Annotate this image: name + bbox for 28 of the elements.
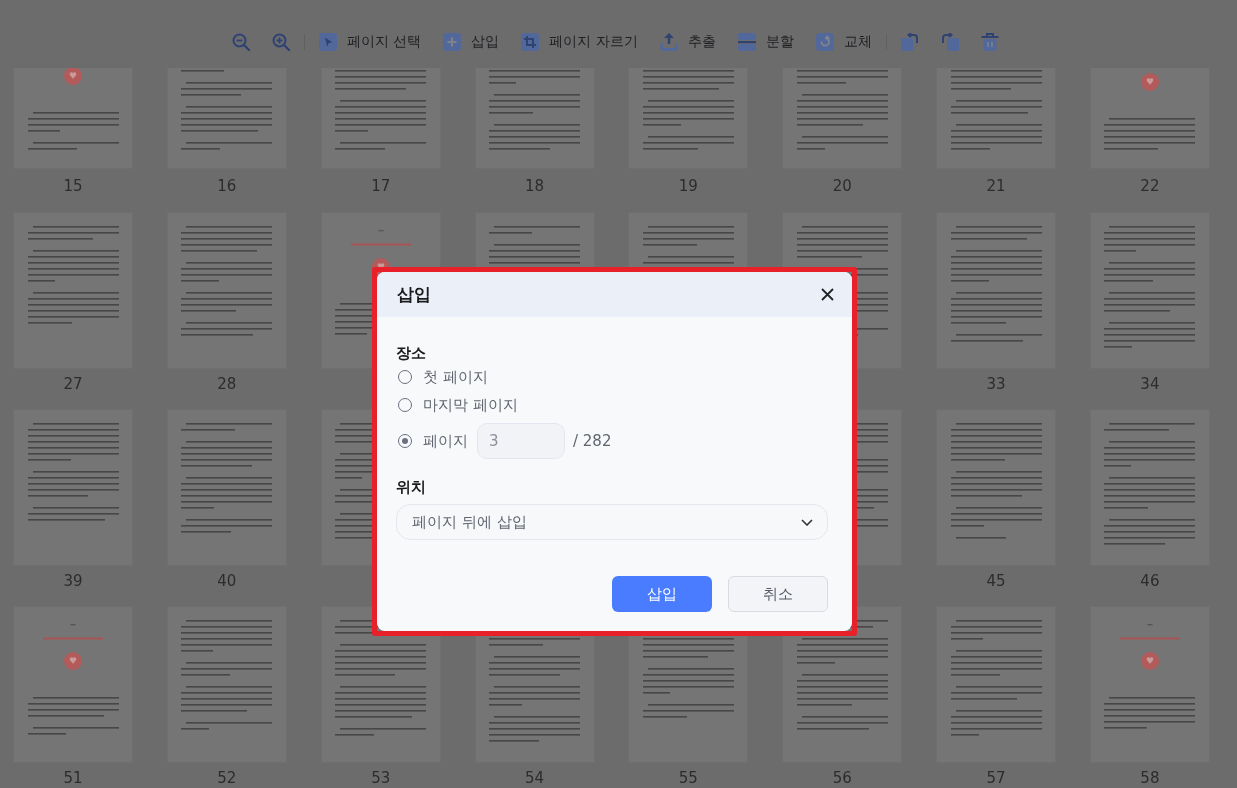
page-number: 40 — [217, 571, 237, 591]
page-number: 27 — [63, 374, 83, 394]
section-label: 위치 — [396, 477, 426, 497]
page-number: 16 — [217, 176, 237, 196]
page-number: 33 — [986, 374, 1006, 394]
page-number: 39 — [63, 571, 83, 591]
page-number: 28 — [217, 374, 237, 394]
page-number: 51 — [63, 768, 83, 788]
page-number: 53 — [371, 768, 391, 788]
page-number: 15 — [63, 176, 83, 196]
page-number: 17 — [371, 176, 391, 196]
dialog-title: 삽입 — [397, 283, 431, 306]
page-number: 45 — [986, 571, 1006, 591]
page-number: 20 — [832, 176, 852, 196]
page-number: 58 — [1140, 768, 1160, 788]
page-number: 21 — [986, 176, 1006, 196]
page-number: 34 — [1140, 374, 1160, 394]
page-number: 18 — [525, 176, 545, 196]
page-number: 22 — [1140, 176, 1160, 196]
page-number: 57 — [986, 768, 1006, 788]
page-total: / 282 — [573, 431, 612, 451]
page-number: 54 — [525, 768, 545, 788]
page-number: 56 — [832, 768, 852, 788]
page-number: 19 — [678, 176, 698, 196]
page-number: 55 — [678, 768, 698, 788]
page-number: 46 — [1140, 571, 1160, 591]
page-number: 52 — [217, 768, 237, 788]
section-label: 장소 — [396, 343, 426, 363]
